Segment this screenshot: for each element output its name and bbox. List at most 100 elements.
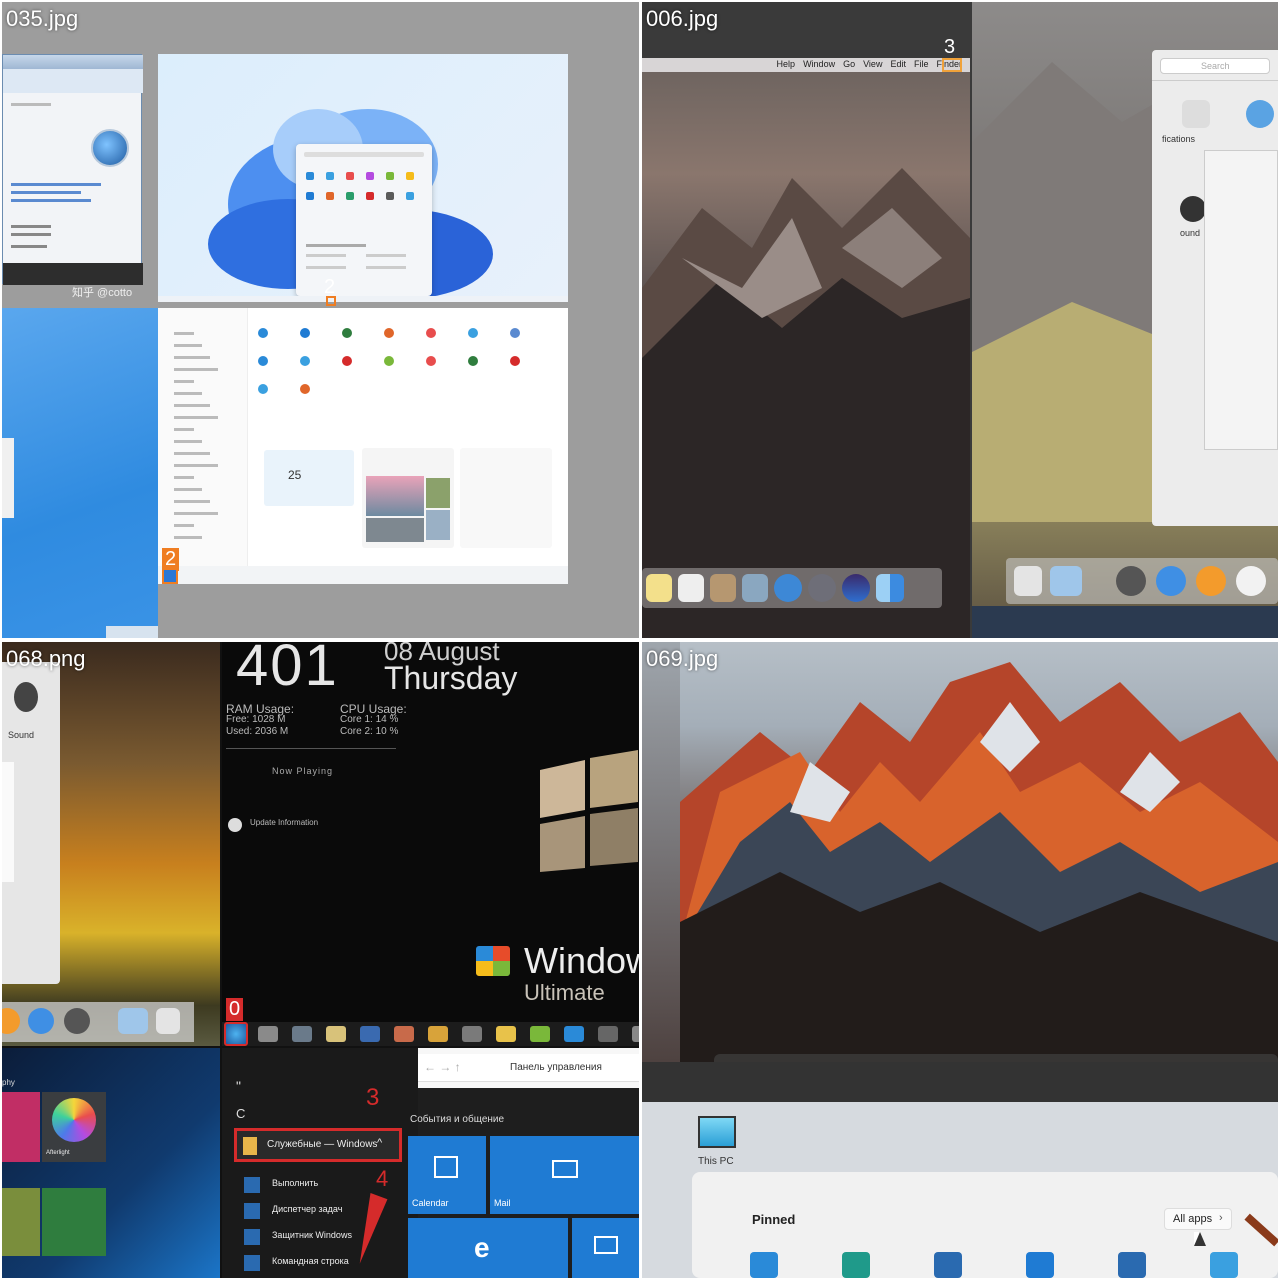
app-store-icon[interactable]: [28, 1008, 54, 1034]
ibooks-icon[interactable]: [1196, 566, 1226, 596]
store-icon[interactable]: [1118, 1252, 1146, 1278]
taskbar-icon[interactable]: [530, 1026, 550, 1042]
start-menu[interactable]: [296, 144, 432, 296]
breadcrumb[interactable]: Панель управления: [510, 1062, 602, 1073]
menu-item[interactable]: Window: [803, 59, 835, 69]
system-preferences-icon[interactable]: [1116, 566, 1146, 596]
app-icon[interactable]: [326, 192, 334, 200]
app-icon[interactable]: [300, 384, 310, 394]
app-icon[interactable]: [258, 328, 268, 338]
list-item[interactable]: [174, 464, 218, 467]
system-preferences-icon[interactable]: [64, 1008, 90, 1034]
folder-icon[interactable]: [1050, 566, 1082, 596]
menu-item[interactable]: Диспетчер задач: [244, 1200, 414, 1222]
list-item[interactable]: [174, 356, 210, 359]
app-store-icon[interactable]: [1156, 566, 1186, 596]
taskbar-icon[interactable]: [258, 1026, 278, 1042]
menu-item[interactable]: Выполнить: [244, 1174, 414, 1196]
menu-item[interactable]: Edit: [890, 59, 906, 69]
calendar-icon[interactable]: [1026, 1252, 1054, 1278]
safari-icon[interactable]: [774, 574, 802, 602]
launchpad-icon[interactable]: [808, 574, 836, 602]
taskbar-icon[interactable]: [428, 1026, 448, 1042]
list-item[interactable]: [174, 512, 218, 515]
taskbar-icon[interactable]: [326, 1026, 346, 1042]
list-item[interactable]: [174, 380, 194, 383]
mail-tile[interactable]: Mail: [490, 1136, 639, 1214]
calendar-icon[interactable]: [678, 574, 704, 602]
list-item[interactable]: [174, 536, 202, 539]
app-icon[interactable]: [306, 172, 314, 180]
app-icon[interactable]: [406, 192, 414, 200]
music-icon[interactable]: [1236, 566, 1266, 596]
photos-icon[interactable]: [1210, 1252, 1238, 1278]
app-icon[interactable]: [342, 328, 352, 338]
taskbar-icon[interactable]: [462, 1026, 482, 1042]
camera-tile[interactable]: [2, 1092, 40, 1162]
menu-item[interactable]: Защитник Windows: [244, 1226, 414, 1248]
app-icon[interactable]: [258, 384, 268, 394]
list-item[interactable]: [174, 488, 202, 491]
app-icon[interactable]: [366, 192, 374, 200]
menu-item[interactable]: Командная строка: [244, 1252, 414, 1274]
list-item[interactable]: [174, 392, 202, 395]
taskbar-icon[interactable]: [360, 1026, 380, 1042]
list-item[interactable]: [174, 368, 218, 371]
taskbar-icon[interactable]: [598, 1026, 618, 1042]
app-icon[interactable]: [342, 356, 352, 366]
edge-tile[interactable]: e: [408, 1218, 568, 1278]
app-icon[interactable]: [384, 356, 394, 366]
this-pc-icon[interactable]: [698, 1116, 736, 1148]
notifications-icon[interactable]: [1182, 100, 1210, 128]
list-item[interactable]: [174, 500, 210, 503]
list-item[interactable]: [174, 476, 194, 479]
menu-item[interactable]: Help: [777, 59, 796, 69]
app-icon[interactable]: [468, 356, 478, 366]
folder-item[interactable]: Служебные — Windows ^: [234, 1128, 402, 1162]
taskbar-icon[interactable]: [292, 1026, 312, 1042]
app-icon[interactable]: [386, 172, 394, 180]
preview-icon[interactable]: [742, 574, 768, 602]
list-item[interactable]: [174, 524, 194, 527]
list-item[interactable]: [174, 404, 210, 407]
app-icon[interactable]: [510, 328, 520, 338]
list-item[interactable]: [174, 416, 218, 419]
list-item[interactable]: [174, 440, 202, 443]
list-item[interactable]: [174, 344, 202, 347]
photos-tile[interactable]: [572, 1218, 639, 1278]
app-icon[interactable]: [346, 172, 354, 180]
ibooks-icon[interactable]: [2, 1008, 20, 1034]
menu-item[interactable]: File: [914, 59, 929, 69]
list-item[interactable]: [174, 332, 194, 335]
media-icon[interactable]: [750, 1252, 778, 1278]
app-icon[interactable]: [426, 356, 436, 366]
menu-item[interactable]: Go: [843, 59, 855, 69]
all-apps-button[interactable]: All apps ›: [1164, 1208, 1232, 1230]
app-icon[interactable]: [468, 328, 478, 338]
app-icon[interactable]: [326, 172, 334, 180]
app-icon[interactable]: [406, 172, 414, 180]
app-icon[interactable]: [366, 172, 374, 180]
search-field[interactable]: Search: [1160, 58, 1270, 74]
contacts-icon[interactable]: [710, 574, 736, 602]
taskbar-icon[interactable]: [394, 1026, 414, 1042]
app-icon[interactable]: [346, 192, 354, 200]
mail-icon[interactable]: [934, 1252, 962, 1278]
trash-icon[interactable]: [156, 1008, 180, 1034]
app-icon[interactable]: [510, 356, 520, 366]
taskbar-icon[interactable]: [564, 1026, 584, 1042]
taskbar-icon[interactable]: [496, 1026, 516, 1042]
afterlight-tile[interactable]: Afterlight: [42, 1092, 106, 1162]
siri-icon[interactable]: [842, 574, 870, 602]
trash-icon[interactable]: [1014, 566, 1042, 596]
menu-item[interactable]: View: [863, 59, 882, 69]
taskbar-icon[interactable]: [632, 1026, 639, 1042]
education-tile[interactable]: [42, 1188, 106, 1256]
calendar-tile[interactable]: Calendar: [408, 1136, 486, 1214]
list-item[interactable]: [174, 428, 194, 431]
app-icon[interactable]: [426, 328, 436, 338]
notes-icon[interactable]: [646, 574, 672, 602]
app-icon[interactable]: [258, 356, 268, 366]
app-icon[interactable]: [384, 328, 394, 338]
finder-icon[interactable]: [876, 574, 904, 602]
